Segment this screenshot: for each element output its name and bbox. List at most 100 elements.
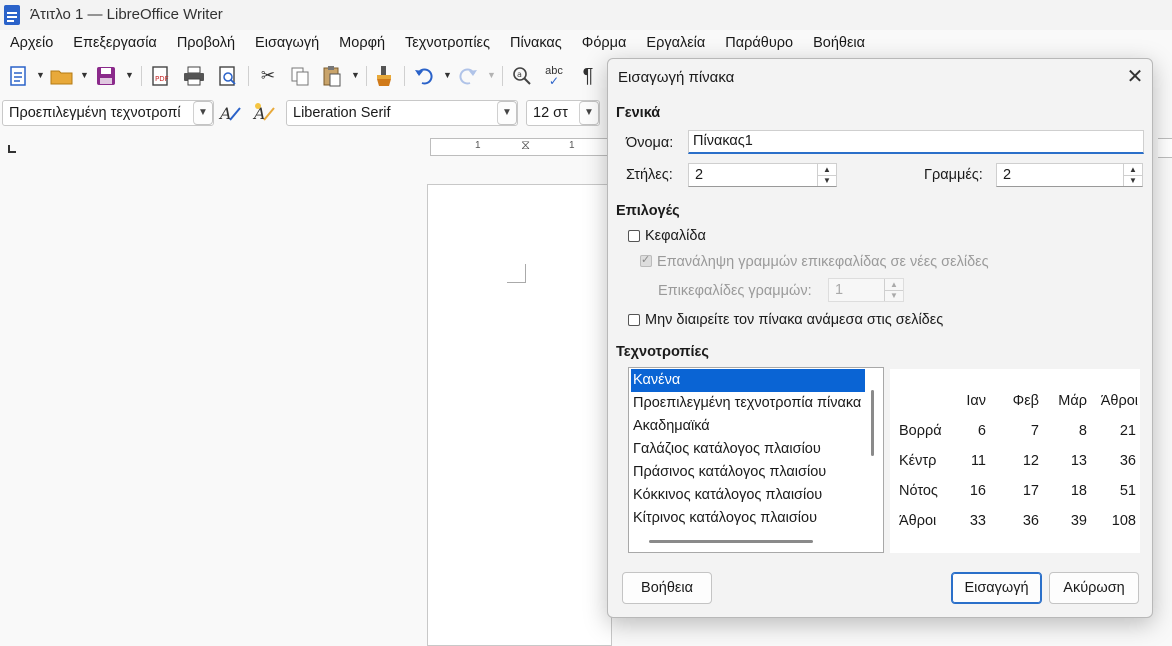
font-size-combo[interactable]: 12 στ ▼	[526, 100, 600, 126]
chevron-down-icon[interactable]: ▼	[193, 101, 213, 125]
columns-value: 2	[695, 167, 704, 183]
new-document-icon[interactable]	[6, 64, 30, 88]
ruler-label: 1	[475, 140, 481, 151]
chevron-down-icon[interactable]: ▼	[351, 70, 360, 80]
new-style-icon[interactable]: A	[252, 101, 276, 125]
undo-icon[interactable]	[412, 64, 436, 88]
preview-cell: 17	[1022, 483, 1039, 499]
menu-help[interactable]: Βοήθεια	[803, 32, 875, 56]
list-item[interactable]: Ακαδημαϊκά	[631, 415, 865, 438]
chevron-down-icon[interactable]: ▼	[36, 70, 45, 80]
list-item[interactable]: Γαλάζιος κατάλογος πλαισίου	[631, 438, 865, 461]
indent-marker-icon[interactable]: ⧖	[521, 137, 530, 153]
preview-cell: 18	[1070, 483, 1087, 499]
svg-text:A: A	[218, 104, 232, 123]
insert-button[interactable]: Εισαγωγή	[951, 572, 1042, 604]
formatting-toolbar: Προεπιλεγμένη τεχνοτροπί ▼ A A Liberatio…	[0, 100, 610, 130]
print-icon[interactable]	[182, 64, 206, 88]
paragraph-style-value: Προεπιλεγμένη τεχνοτροπί	[9, 105, 181, 121]
export-pdf-icon[interactable]: PDF	[148, 64, 172, 88]
insert-table-dialog: Εισαγωγή πίνακα ✕ Γενικά Όνομα: Πίνακας1…	[607, 58, 1153, 618]
horizontal-ruler[interactable]: 1 ⧖ 1	[430, 137, 610, 156]
preview-cell: 11	[970, 453, 986, 469]
chevron-down-icon[interactable]: ▼	[80, 70, 89, 80]
menu-form[interactable]: Φόρμα	[572, 32, 637, 56]
preview-row-header: Βορρά	[899, 423, 942, 439]
menu-styles[interactable]: Τεχνοτροπίες	[395, 32, 500, 56]
cancel-button[interactable]: Ακύρωση	[1049, 572, 1139, 604]
columns-label: Στήλες:	[626, 167, 673, 183]
print-preview-icon[interactable]	[216, 64, 240, 88]
chevron-down-icon[interactable]: ▼	[443, 70, 452, 80]
vertical-scrollbar[interactable]	[871, 390, 874, 456]
menu-view[interactable]: Προβολή	[167, 32, 245, 56]
standard-toolbar: ▼ ▼ ▼ PDF ✂ ▼ ▼ ▼ a abc ✓ ¶	[0, 60, 610, 92]
preview-col-header: Ιαν	[966, 393, 986, 409]
font-name-combo[interactable]: Liberation Serif ▼	[286, 100, 518, 126]
list-item[interactable]: Κίτρινος κατάλογος πλαισίου	[631, 507, 865, 530]
help-button[interactable]: Βοήθεια	[622, 572, 712, 604]
preview-cell: 13	[1070, 453, 1087, 469]
table-name-input[interactable]: Πίνακας1	[688, 130, 1144, 154]
spin-down-icon[interactable]: ▼	[1123, 175, 1142, 186]
paste-icon[interactable]	[320, 64, 344, 88]
menu-format[interactable]: Μορφή	[329, 32, 395, 56]
close-icon[interactable]: ✕	[1124, 67, 1146, 89]
chevron-down-icon[interactable]: ▼	[579, 101, 599, 125]
horizontal-scrollbar[interactable]	[649, 540, 813, 543]
heading-rows-spinner[interactable]: 1 ▲ ▼	[828, 278, 904, 302]
dialog-title: Εισαγωγή πίνακα	[618, 69, 735, 86]
cut-icon[interactable]: ✂	[256, 64, 280, 88]
ruler-end	[1158, 138, 1172, 158]
columns-spinner[interactable]: 2 ▲ ▼	[688, 163, 837, 187]
table-preview: Ιαν Φεβ Μάρ Άθροι Βορρά 6 7 8 21 Κέντρ 1…	[890, 369, 1140, 553]
writer-app-icon	[4, 5, 20, 25]
menu-tools[interactable]: Εργαλεία	[636, 32, 715, 56]
update-style-icon[interactable]: A	[218, 101, 242, 125]
rows-value: 2	[1003, 167, 1012, 183]
tab-stop-icon[interactable]	[8, 145, 16, 153]
document-page[interactable]	[427, 184, 612, 646]
menu-file[interactable]: Αρχείο	[0, 32, 63, 56]
preview-col-header: Φεβ	[1012, 393, 1039, 409]
spin-down-icon[interactable]: ▼	[817, 175, 836, 186]
preview-cell: 108	[1111, 513, 1136, 529]
preview-cell: 51	[1119, 483, 1136, 499]
chevron-down-icon[interactable]: ▼	[125, 70, 134, 80]
svg-text:a: a	[517, 70, 522, 79]
paragraph-style-combo[interactable]: Προεπιλεγμένη τεχνοτροπί ▼	[2, 100, 214, 126]
menu-bar: Αρχείο Επεξεργασία Προβολή Εισαγωγή Μορφ…	[0, 32, 875, 56]
heading-checkbox[interactable]	[628, 230, 640, 242]
copy-icon[interactable]	[288, 64, 312, 88]
text-boundary-mark	[507, 264, 526, 283]
preview-cell: 16	[969, 483, 986, 499]
general-heading: Γενικά	[616, 105, 661, 121]
preview-cell: 8	[1078, 423, 1087, 439]
menu-insert[interactable]: Εισαγωγή	[245, 32, 329, 56]
menu-edit[interactable]: Επεξεργασία	[63, 32, 167, 56]
spellcheck-icon[interactable]: abc ✓	[542, 64, 566, 88]
preview-col-header: Μάρ	[1058, 393, 1087, 409]
chevron-down-icon[interactable]: ▼	[497, 101, 517, 125]
list-item[interactable]: Κόκκινος κατάλογος πλαισίου	[631, 484, 865, 507]
dont-split-checkbox[interactable]	[628, 314, 640, 326]
chevron-down-icon[interactable]: ▼	[487, 70, 496, 80]
table-style-list[interactable]: Κανένα Προεπιλεγμένη τεχνοτροπία πίνακα …	[628, 367, 884, 553]
list-item[interactable]: Κανένα	[631, 369, 865, 392]
list-item[interactable]: Προεπιλεγμένη τεχνοτροπία πίνακα	[631, 392, 865, 415]
dont-split-label: Μην διαιρείτε τον πίνακα ανάμεσα στις σε…	[645, 312, 944, 328]
rows-spinner[interactable]: 2 ▲ ▼	[996, 163, 1143, 187]
repeat-heading-checkbox[interactable]	[640, 253, 652, 267]
menu-window[interactable]: Παράθυρο	[715, 32, 803, 56]
spin-down-icon[interactable]: ▼	[884, 290, 903, 301]
pilcrow-icon[interactable]: ¶	[576, 64, 600, 88]
list-item[interactable]: Πράσινος κατάλογος πλαισίου	[631, 461, 865, 484]
menu-table[interactable]: Πίνακας	[500, 32, 572, 56]
find-replace-icon[interactable]: a	[510, 64, 534, 88]
preview-col-header: Άθροι	[1100, 393, 1138, 409]
redo-icon[interactable]	[456, 64, 480, 88]
open-folder-icon[interactable]	[50, 64, 74, 88]
save-icon[interactable]	[94, 64, 118, 88]
window-title: Άτιτλο 1 — LibreOffice Writer	[30, 6, 223, 23]
clone-formatting-icon[interactable]	[372, 64, 396, 88]
